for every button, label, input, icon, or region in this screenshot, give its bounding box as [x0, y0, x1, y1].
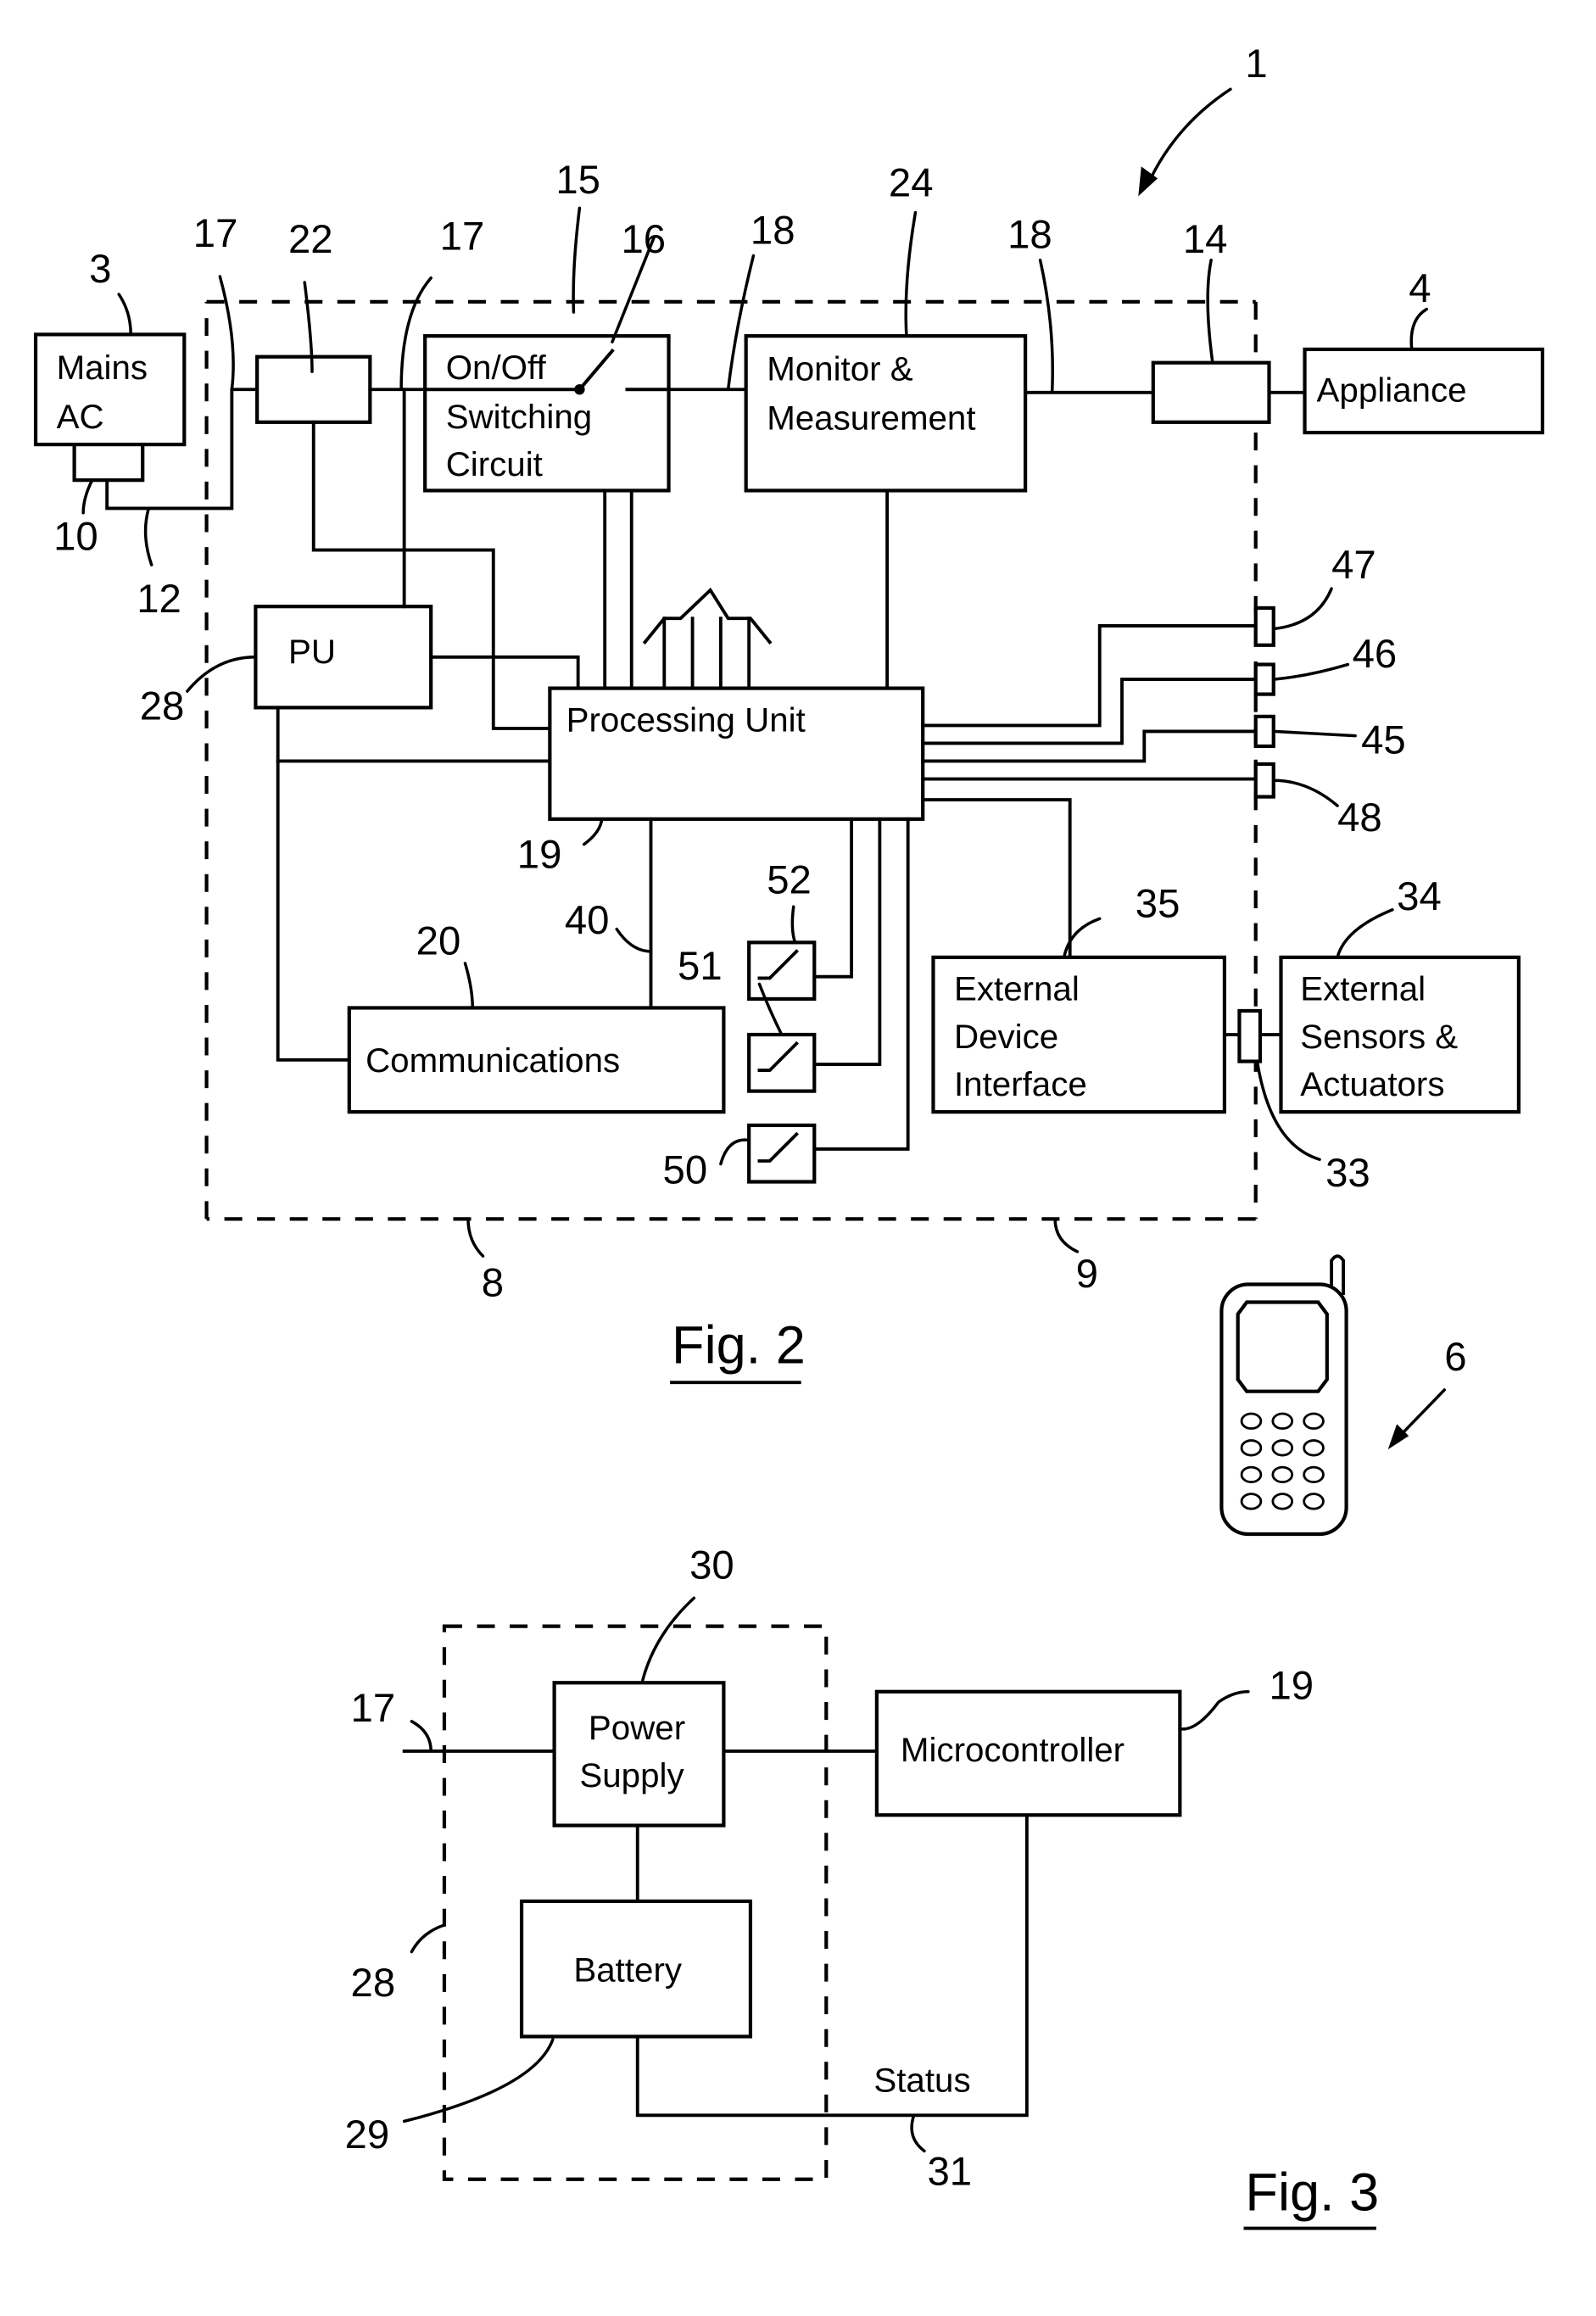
appliance-label: Appliance [1317, 371, 1467, 409]
port-45 [1253, 714, 1275, 749]
switching-label-line3: Circuit [446, 445, 543, 483]
battery-label: Battery [573, 1951, 682, 1990]
pu-block: PU [254, 605, 433, 710]
ref-3: 3 [89, 247, 111, 292]
mains-ac-block: Mains AC [33, 332, 187, 447]
switch-51-line [812, 817, 882, 1066]
port-46-line [921, 678, 1258, 745]
ext-interface-line1: External [954, 970, 1080, 1008]
fig2-caption: Fig. 2 [672, 1315, 806, 1375]
pu-to-processing [429, 655, 580, 690]
ref3-29: 29 [345, 2112, 390, 2157]
battery-block: Battery [519, 1899, 753, 2039]
ref-22: 22 [288, 217, 333, 262]
switch-51 [747, 1032, 817, 1093]
ref-47: 47 [1331, 543, 1376, 588]
ref-4: 4 [1409, 266, 1431, 311]
patent-drawing: Mains AC On/Off Switching Circuit Monito… [33, 42, 1545, 2230]
switching-label-line1: On/Off [446, 349, 547, 387]
power-supply-line2: Supply [579, 1756, 684, 1794]
port-47-line [921, 624, 1258, 728]
ref-1: 1 [1245, 42, 1267, 87]
port-47 [1253, 606, 1275, 647]
power-supply-block: Power Supply [552, 1681, 726, 1828]
ref-12: 12 [137, 577, 181, 622]
ref-19: 19 [517, 833, 562, 878]
power-supply-line1: Power [589, 1709, 685, 1747]
ref-16: 16 [621, 217, 666, 262]
communications-label: Communications [366, 1041, 620, 1080]
ref-24: 24 [889, 160, 934, 205]
pu-label: PU [288, 633, 336, 671]
ref3-19: 19 [1269, 1664, 1314, 1709]
ref-6: 6 [1444, 1335, 1466, 1380]
communications-block: Communications [347, 1006, 726, 1114]
ext-sensors-line2: Sensors & [1300, 1018, 1458, 1056]
ref-35: 35 [1136, 882, 1180, 927]
microcontroller-block: Microcontroller [874, 1689, 1182, 1817]
ref3-17: 17 [351, 1686, 396, 1731]
switch-52-line [812, 817, 854, 979]
socket [1151, 360, 1271, 424]
ref-28: 28 [140, 684, 185, 728]
mains-label-line1: Mains [57, 349, 148, 387]
switching-circuit-block: On/Off Switching Circuit [423, 334, 671, 493]
ref3-31: 31 [927, 2150, 972, 2195]
status-label: Status [873, 2061, 970, 2099]
ref-10: 10 [53, 515, 98, 560]
ref-18a: 18 [751, 208, 795, 253]
ref-17a: 17 [193, 211, 238, 256]
switch-52 [747, 940, 817, 1002]
switch-50 [747, 1123, 817, 1184]
ref-50: 50 [663, 1147, 708, 1192]
switching-to-processing [603, 488, 633, 690]
ext-sensors-line3: Actuators [1300, 1065, 1444, 1103]
ref-33: 33 [1325, 1151, 1370, 1196]
plug [72, 443, 145, 483]
ref-17b: 17 [440, 214, 485, 259]
ref3-30: 30 [689, 1543, 734, 1588]
monitor-label-line1: Monitor & [767, 350, 913, 388]
port-48 [1253, 762, 1275, 799]
ref-46: 46 [1353, 632, 1398, 677]
port-45-line [921, 729, 1258, 763]
figure-3: Power Supply Battery Microcontroller Sta… [345, 1543, 1379, 2230]
ref-52: 52 [767, 857, 812, 902]
ref-9: 9 [1076, 1252, 1098, 1297]
ext-sensors-line1: External [1300, 970, 1426, 1008]
external-sensors-block: External Sensors & Actuators [1279, 955, 1521, 1114]
ref-14: 14 [1183, 217, 1228, 262]
processing-unit-label: Processing Unit [566, 700, 806, 739]
ref-18b: 18 [1007, 213, 1052, 258]
reference-numerals-fig3: 17 30 19 28 29 31 [345, 1543, 1314, 2195]
ref-48: 48 [1337, 795, 1382, 840]
switch-50-line [812, 817, 910, 1151]
appliance-block: Appliance [1303, 347, 1545, 435]
ref-20: 20 [416, 918, 461, 963]
ref-8: 8 [482, 1261, 504, 1306]
mobile-phone-icon [1219, 1254, 1348, 1537]
connector-33 [1237, 1008, 1263, 1063]
ref-34: 34 [1397, 874, 1442, 919]
processing-unit-block: Processing Unit [548, 686, 925, 821]
port-46 [1253, 662, 1275, 696]
switching-label-line2: Switching [446, 398, 592, 436]
external-device-interface-block: External Device Interface [931, 955, 1227, 1114]
ref-15: 15 [555, 158, 600, 203]
processing-to-ext-interface [921, 798, 1072, 959]
microcontroller-label: Microcontroller [901, 1731, 1124, 1769]
ref3-28: 28 [351, 1961, 396, 2006]
fig3-caption: Fig. 3 [1245, 2163, 1379, 2223]
monitor-measurement-block: Monitor & Measurement [744, 334, 1028, 493]
fuse-block [255, 354, 372, 424]
ref-51: 51 [678, 944, 723, 989]
ref-45: 45 [1361, 718, 1406, 763]
figure-2: Mains AC On/Off Switching Circuit Monito… [33, 42, 1545, 1537]
ext-interface-line2: Device [954, 1018, 1058, 1056]
ref-40: 40 [565, 898, 610, 943]
mains-label-line2: AC [57, 398, 104, 436]
monitor-label-line2: Measurement [767, 399, 975, 438]
ext-interface-line3: Interface [954, 1065, 1087, 1103]
system-arrow [1146, 87, 1232, 187]
